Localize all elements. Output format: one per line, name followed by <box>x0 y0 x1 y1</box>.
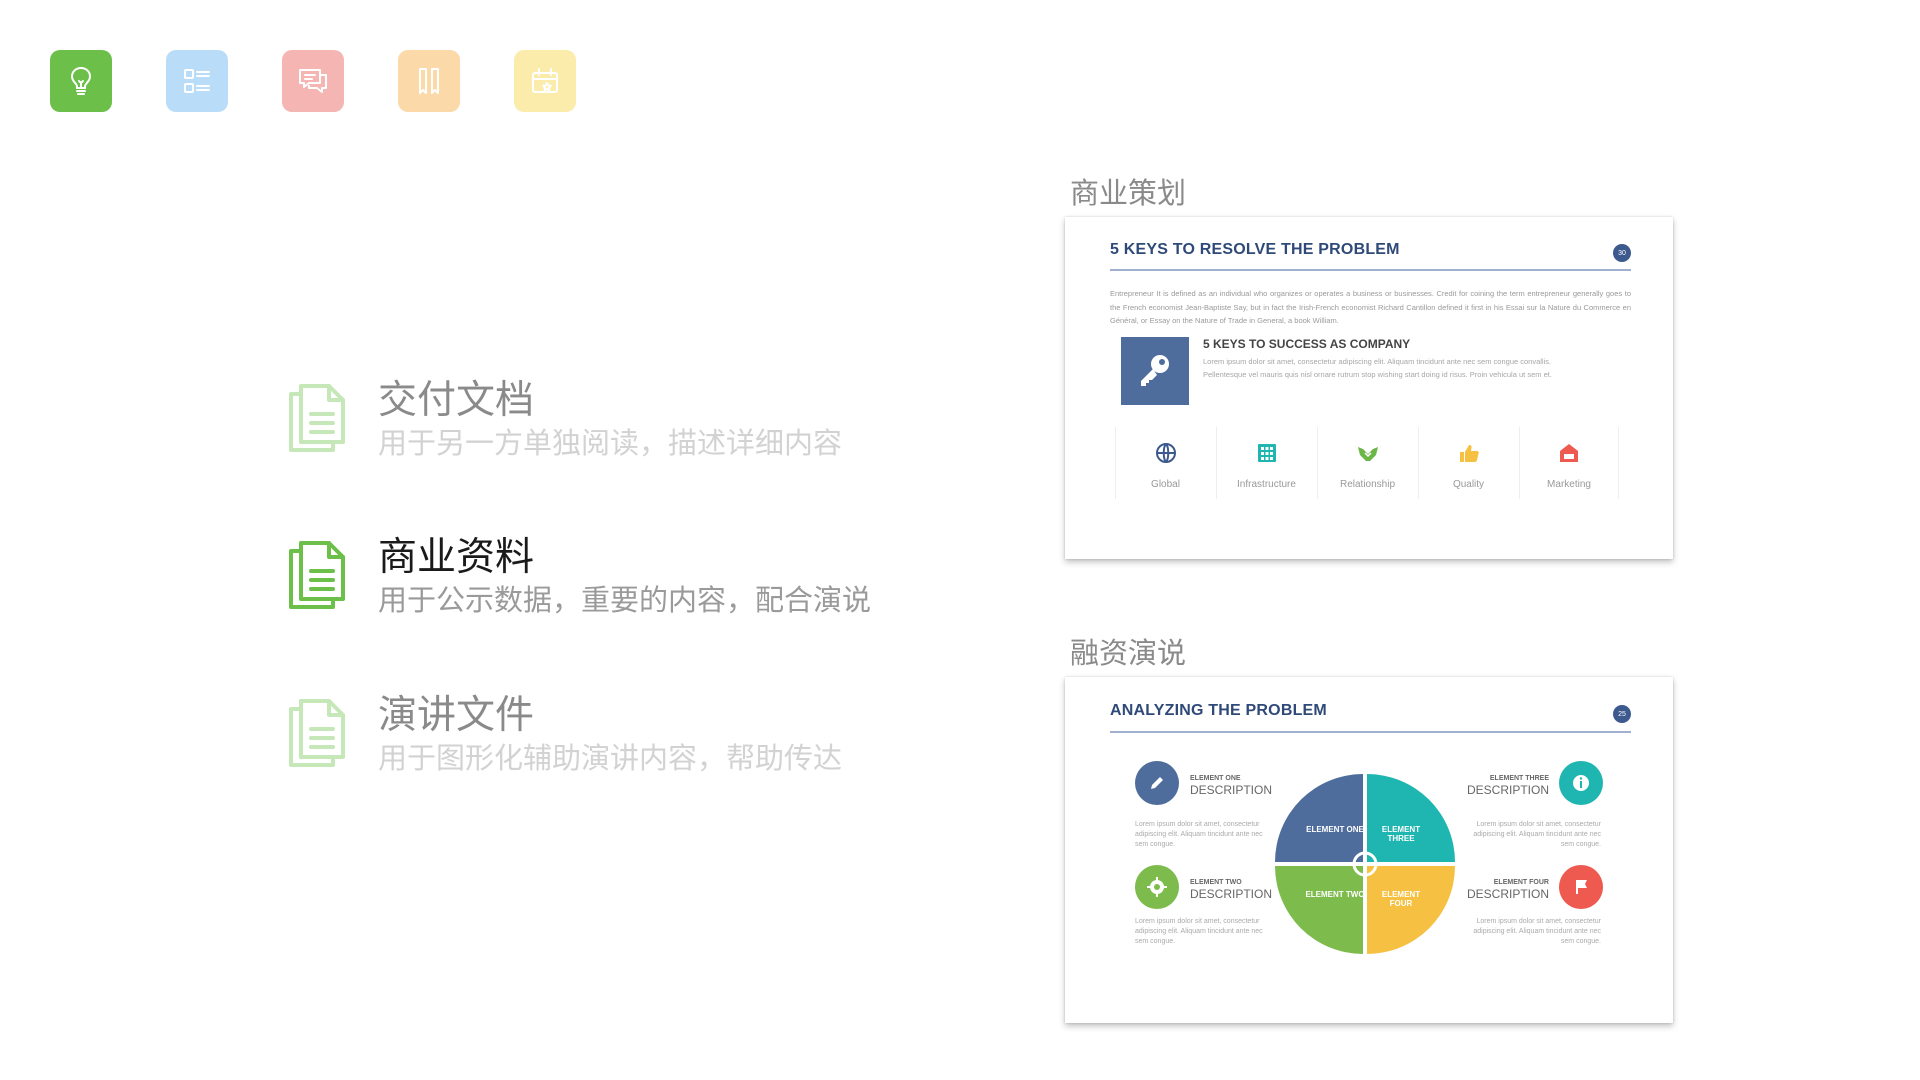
document-icon <box>289 384 345 452</box>
feature-global: Global <box>1115 427 1215 499</box>
feature-label: Global <box>1151 479 1180 490</box>
slide-title: ANALYZING THE PROBLEM <box>1110 702 1327 719</box>
feature-quality: Quality <box>1418 427 1518 499</box>
element-big-label: DESCRIPTION <box>1466 783 1549 797</box>
element-small-label: ELEMENT FOUR <box>1493 879 1549 886</box>
intro-paragraph: Entrepreneur It is defined as an individ… <box>1110 289 1631 325</box>
feature-label: Relationship <box>1339 479 1396 490</box>
feature-label: Quality <box>1452 479 1485 490</box>
pie-label-four: ELEMENT FOUR <box>1381 890 1421 908</box>
feature-infrastructure: Infrastructure <box>1216 427 1316 499</box>
feature-marketing: Marketing <box>1519 427 1619 499</box>
title-divider <box>1110 269 1631 271</box>
flag-icon <box>1576 880 1587 894</box>
key-section-text: Lorem ipsum dolor sit amet, consectetur … <box>1203 357 1552 379</box>
gear-icon <box>1147 877 1167 897</box>
page-number-badge: 30 <box>1613 244 1631 262</box>
chat-icon <box>299 69 327 93</box>
calendar-icon <box>532 68 558 93</box>
pie-label-two: ELEMENT TWO <box>1305 890 1365 899</box>
thumbs-up-icon <box>1459 445 1479 462</box>
doc-item-delivery[interactable]: 交付文档 用于另一方单独阅读，描述详细内容 <box>285 378 925 468</box>
key-image <box>1121 337 1189 405</box>
calendar-tile[interactable] <box>514 50 576 112</box>
pencil-icon <box>1151 777 1163 789</box>
element-big-label: DESCRIPTION <box>1190 783 1273 797</box>
quadrant-four <box>1367 866 1455 954</box>
doc-title: 演讲文件 <box>378 693 535 738</box>
doc-item-speech[interactable]: 演讲文件 用于图形化辅助演讲内容，帮助传达 <box>285 693 925 783</box>
handshake-icon <box>1357 447 1378 461</box>
key-icon <box>1141 355 1169 386</box>
document-icon <box>289 699 345 767</box>
page-number-badge: 25 <box>1613 705 1631 723</box>
list-icon <box>184 69 210 93</box>
chat-tile[interactable] <box>282 50 344 112</box>
doc-title: 商业资料 <box>378 535 535 580</box>
doc-subtitle: 用于另一方单独阅读，描述详细内容 <box>378 426 843 460</box>
element-two-badge <box>1135 865 1179 909</box>
element-small-label: ELEMENT THREE <box>1489 775 1549 782</box>
quadrant-two <box>1275 866 1363 954</box>
card-label-pitch: 融资演说 <box>1070 636 1187 670</box>
element-text: Lorem ipsum dolor sit amet, consectetur … <box>1473 821 1601 848</box>
doc-subtitle: 用于公示数据，重要的内容，配合演说 <box>378 583 872 617</box>
quadrant-three <box>1367 774 1455 862</box>
lightbulb-icon <box>70 66 92 95</box>
quadrant-pie-chart <box>1275 774 1455 954</box>
building-icon <box>1257 444 1276 462</box>
element-three-badge <box>1559 761 1603 805</box>
slide-preview-business-plan[interactable]: 5 KEYS TO RESOLVE THE PROBLEM 30 Entrepr… <box>1065 217 1673 559</box>
element-big-label: DESCRIPTION <box>1190 887 1273 901</box>
doc-item-business[interactable]: 商业资料 用于公示数据，重要的内容，配合演说 <box>285 535 925 625</box>
card-label-business-plan: 商业策划 <box>1070 176 1187 210</box>
globe-icon <box>1155 443 1176 463</box>
element-big-label: DESCRIPTION <box>1466 887 1549 901</box>
bookmark-tile[interactable] <box>398 50 460 112</box>
info-icon <box>1573 775 1589 791</box>
doc-title: 交付文档 <box>378 378 535 423</box>
feature-label: Marketing <box>1547 479 1591 490</box>
element-one-badge <box>1135 761 1179 805</box>
title-divider <box>1110 731 1631 733</box>
key-section-title: 5 KEYS TO SUCCESS AS COMPANY <box>1203 337 1411 351</box>
feature-label: Infrastructure <box>1237 479 1296 490</box>
element-text: Lorem ipsum dolor sit amet, consectetur … <box>1135 918 1263 945</box>
document-icon <box>289 541 345 609</box>
slide-title: 5 KEYS TO RESOLVE THE PROBLEM <box>1110 241 1400 258</box>
element-text: Lorem ipsum dolor sit amet, consectetur … <box>1135 821 1263 848</box>
list-tile[interactable] <box>166 50 228 112</box>
center-cycle-icon <box>1352 851 1378 877</box>
element-small-label: ELEMENT TWO <box>1190 879 1242 886</box>
pie-label-one: ELEMENT ONE <box>1306 825 1364 834</box>
slide-preview-pitch[interactable]: ANALYZING THE PROBLEM 25 ELEMENT ONE DES… <box>1065 677 1673 1023</box>
pie-label-three: ELEMENT THREE <box>1381 825 1421 843</box>
element-small-label: ELEMENT ONE <box>1190 775 1241 782</box>
element-text: Lorem ipsum dolor sit amet, consectetur … <box>1473 918 1601 945</box>
shop-icon <box>1560 444 1578 462</box>
doc-subtitle: 用于图形化辅助演讲内容，帮助传达 <box>378 741 843 775</box>
bookmark-icon <box>419 68 439 94</box>
feature-relationship: Relationship <box>1317 427 1417 499</box>
quadrant-one <box>1275 774 1363 862</box>
element-four-badge <box>1559 865 1603 909</box>
lightbulb-tile[interactable] <box>50 50 112 112</box>
